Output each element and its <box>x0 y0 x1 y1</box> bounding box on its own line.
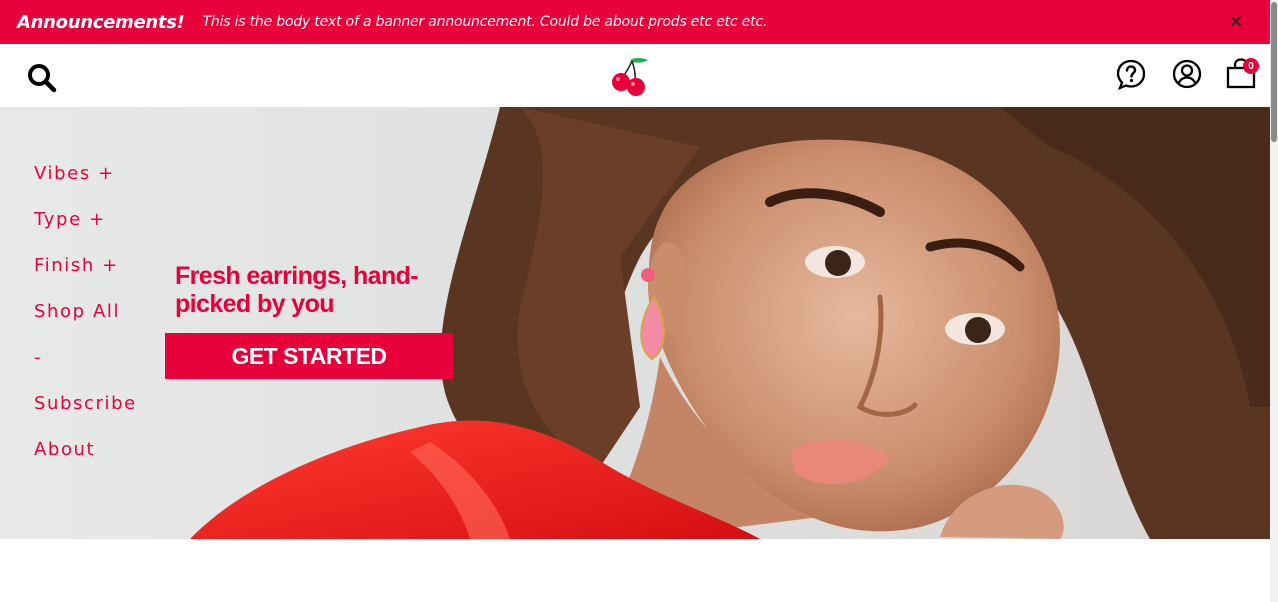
cherry-logo-icon[interactable] <box>608 54 658 96</box>
announcement-title: Announcements! <box>17 11 185 33</box>
cart-count-badge: 0 <box>1243 58 1259 74</box>
nav-divider: - <box>34 347 43 368</box>
help-icon[interactable] <box>1115 58 1147 90</box>
nav-item-vibes[interactable]: Vibes + <box>34 163 137 209</box>
page-scrollbar[interactable] <box>1270 0 1278 602</box>
nav-item-about[interactable]: About <box>34 439 137 485</box>
search-icon[interactable] <box>26 62 58 94</box>
nav-item-type[interactable]: Type + <box>34 209 137 255</box>
nav-item-finish[interactable]: Finish + <box>34 255 137 301</box>
hero-model-photo <box>190 107 1270 539</box>
announcement-body: This is the body text of a banner announ… <box>202 14 768 30</box>
get-started-button[interactable]: GET STARTED <box>165 333 453 379</box>
hero-banner: Vibes + Type + Finish + Shop All - Subsc… <box>0 107 1270 539</box>
account-icon[interactable] <box>1171 58 1203 90</box>
scrollbar-thumb[interactable] <box>1271 2 1277 142</box>
nav-item-subscribe[interactable]: Subscribe <box>34 393 137 439</box>
nav-item-shop-all[interactable]: Shop All <box>34 301 137 347</box>
hero-heading: Fresh earrings, hand-picked by you <box>175 262 419 318</box>
site-header: 0 <box>0 44 1270 107</box>
announcement-banner: Announcements! This is the body text of … <box>0 0 1270 44</box>
side-navigation: Vibes + Type + Finish + Shop All - Subsc… <box>34 163 137 485</box>
close-icon[interactable]: ✕ <box>1226 12 1246 33</box>
